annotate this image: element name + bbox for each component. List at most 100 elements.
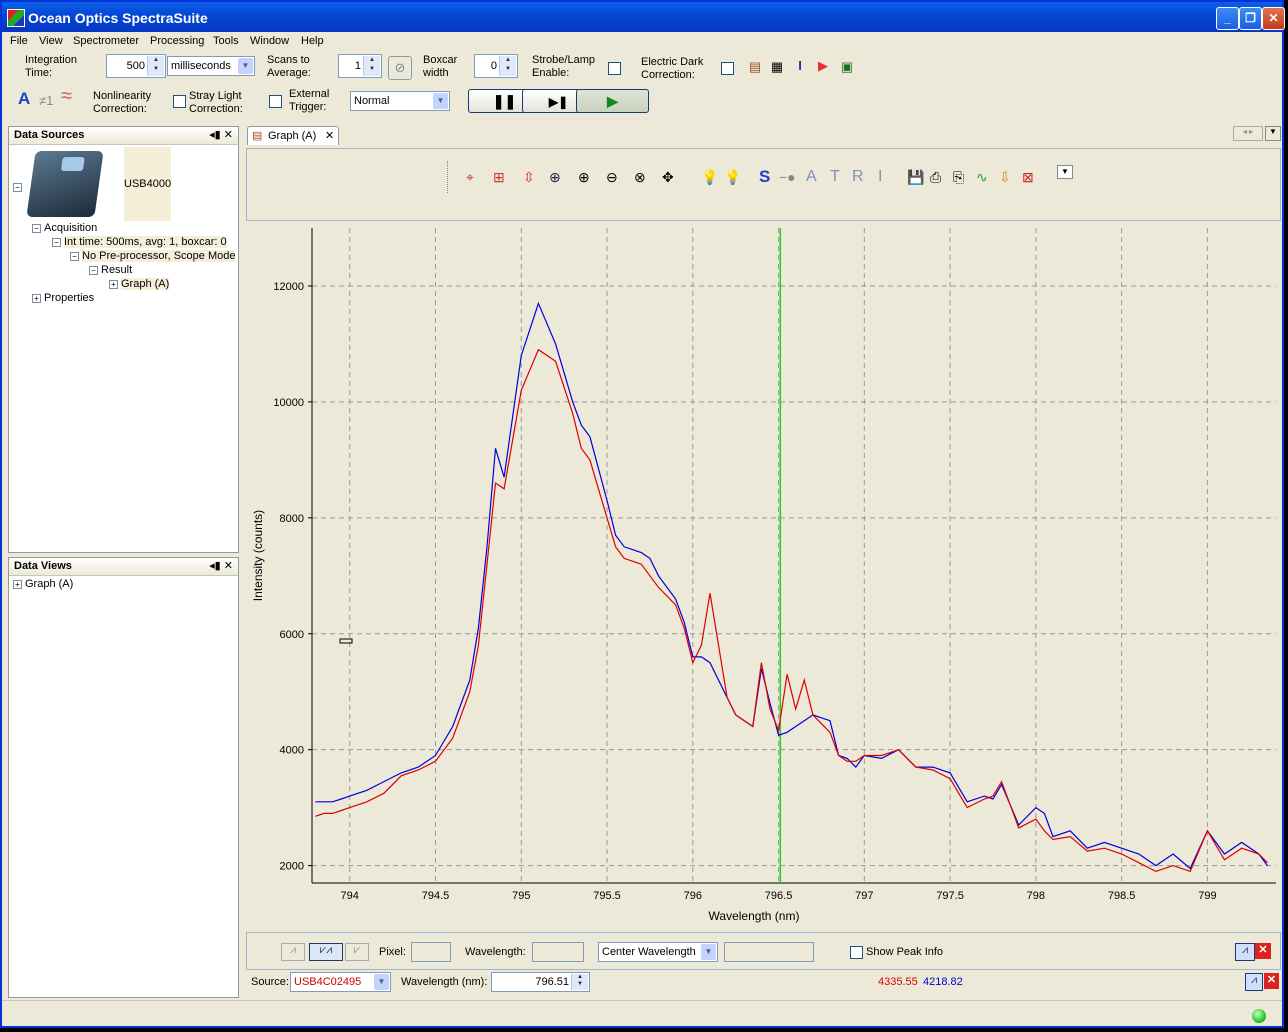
menu-help[interactable]: Help [301, 35, 324, 47]
stray-light-checkbox[interactable] [269, 95, 282, 108]
transmission-mode-icon[interactable]: T [830, 169, 840, 185]
play-button[interactable]: ▶ [576, 89, 649, 113]
delete-overlay-icon[interactable]: ⊠ [1022, 169, 1034, 185]
x-tick-label: 799 [1198, 890, 1216, 902]
copy-icon[interactable]: ⎘ [953, 169, 964, 185]
close-tab-icon[interactable]: ✕ [325, 129, 334, 142]
close-cursor-icon[interactable]: ✕ [1264, 973, 1279, 989]
spectrum-chart-svg[interactable]: 794 794.5 795 795.5 796 796.5 797 797.5 798 798.5… [246, 222, 1281, 930]
tree-view-graph[interactable]: + Graph (A) [13, 578, 73, 590]
trigger-mode-select[interactable]: Normal ▼ [350, 91, 450, 111]
a-icon[interactable]: A [18, 90, 30, 107]
scope-mode-icon[interactable]: S [759, 168, 770, 185]
minimize-button[interactable]: _ [1216, 7, 1239, 30]
x-tick-label: 795 [512, 890, 530, 902]
menu-spectrometer[interactable]: Spectrometer [73, 35, 139, 47]
image-view-icon[interactable]: ▣ [838, 58, 856, 76]
source-select[interactable]: USB4C02495 ▼ [290, 972, 391, 992]
menu-window[interactable]: Window [250, 35, 289, 47]
graph-view-icon[interactable]: ▤ [746, 58, 764, 76]
panel-controls[interactable]: ◂▮ ✕ [209, 559, 233, 572]
stop-average-icon[interactable]: ⊘ [388, 56, 412, 80]
lamp-off-icon[interactable]: 💡 [701, 169, 718, 185]
peak-mode-icon[interactable]: ⩘ [1235, 943, 1255, 961]
show-peak-checkbox[interactable] [850, 946, 863, 959]
restore-button[interactable]: ❐ [1239, 7, 1262, 30]
menu-tools[interactable]: Tools [213, 35, 239, 47]
tree-result[interactable]: − Result [89, 264, 132, 276]
not-equal-icon[interactable]: ≠1 [39, 94, 53, 107]
zoom-out-icon[interactable]: ⊖ [606, 169, 618, 185]
red-spectrum-line [315, 348, 1268, 873]
close-peak-icon[interactable]: ✕ [1255, 943, 1271, 959]
pan-icon[interactable]: ✥ [662, 169, 674, 185]
play-icon: ▶ [607, 93, 618, 109]
wave-icon[interactable]: ≈ [61, 86, 72, 106]
irradiance-mode-icon[interactable]: I [878, 169, 882, 185]
color-view-icon[interactable]: ▶ [814, 57, 832, 75]
import-icon[interactable]: ⇩ [999, 169, 1011, 185]
spinner-arrows-icon[interactable]: ▲ ▼ [499, 56, 516, 76]
integration-time-input[interactable]: 500 ▲ ▼ [106, 54, 166, 78]
graph-toolbar-menu-icon[interactable]: ▼ [1057, 165, 1073, 179]
close-button[interactable]: ✕ [1262, 7, 1285, 30]
tab-graph-a[interactable]: ▤ Graph (A) ✕ [247, 126, 339, 145]
x-tick-label: 797 [855, 890, 873, 902]
menu-view[interactable]: View [39, 35, 63, 47]
dark-correction-checkbox[interactable] [721, 62, 734, 75]
zoom-fit-icon[interactable]: ⊕ [549, 169, 561, 185]
menu-file[interactable]: File [10, 35, 28, 47]
crosshair-icon[interactable]: ⌖ [466, 169, 474, 185]
data-views-header: Data Views ◂▮ ✕ [9, 558, 238, 576]
device-label-box: USB4000 [124, 147, 171, 221]
y-axis-title: Intensity (counts) [251, 510, 265, 601]
table-view-icon[interactable]: ▦ [768, 58, 786, 76]
zoom-reset-icon[interactable]: ⊗ [634, 169, 646, 185]
wavelength-field [532, 942, 584, 962]
peak-right-icon[interactable]: ⩗ [345, 943, 369, 961]
red-series-value: 4335.55 [878, 976, 918, 988]
menu-processing[interactable]: Processing [150, 35, 204, 47]
source-label: Source: [251, 976, 289, 988]
spectrum-chart[interactable]: 794 794.5 795 795.5 796 796.5 797 797.5 798 798.5… [246, 222, 1281, 930]
overlay-icon[interactable]: ∿ [976, 169, 988, 185]
panel-controls[interactable]: ◂▮ ✕ [209, 128, 233, 141]
tree-toggle-icon[interactable]: − [13, 181, 25, 193]
peak-toolbar: ⩘ ⩗⩘ ⩗ Pixel: Wavelength: Center Wavelen… [246, 932, 1281, 970]
peak-left-icon[interactable]: ⩘ [281, 943, 305, 961]
lamp-on-icon[interactable]: 💡 [724, 169, 741, 185]
wavelength-nm-input[interactable]: 796.51 ▲ ▼ [491, 972, 590, 992]
scans-input[interactable]: 1 ▲ ▼ [338, 54, 382, 78]
nonlinearity-checkbox[interactable] [173, 95, 186, 108]
tree-int-time[interactable]: − Int time: 500ms, avg: 1, boxcar: 0 [52, 236, 227, 248]
dark-mode-icon[interactable]: −● [779, 169, 796, 185]
text-view-icon[interactable]: I [791, 57, 809, 75]
center-wavelength-field [724, 942, 814, 962]
spinner-arrows-icon[interactable]: ▲ ▼ [363, 56, 380, 76]
print-icon[interactable]: ⎙ [930, 169, 941, 185]
zoom-in-icon[interactable]: ⊕ [578, 169, 590, 185]
strobe-checkbox[interactable] [608, 62, 621, 75]
tree-properties[interactable]: + Properties [32, 292, 94, 304]
spinner-arrows-icon[interactable]: ▲ ▼ [147, 56, 164, 76]
title-bar: Ocean Optics SpectraSuite _ ❐ ✕ [2, 2, 1285, 32]
peak-center-icon[interactable]: ⩗⩘ [309, 943, 343, 961]
tree-acquisition[interactable]: − Acquisition [32, 222, 97, 234]
integration-unit-select[interactable]: milliseconds ▼ [167, 56, 255, 76]
reflection-mode-icon[interactable]: R [852, 169, 864, 185]
cursor-mode-icon[interactable]: ⩘ [1245, 973, 1263, 991]
absorbance-mode-icon[interactable]: A [806, 169, 817, 185]
device-name[interactable]: USB4000 [124, 178, 171, 190]
boxcar-input[interactable]: 0 ▲ ▼ [474, 54, 518, 78]
zoom-box-icon[interactable]: ⊞ [493, 169, 505, 185]
tab-scroll-icon[interactable]: ◂ ▸ [1233, 126, 1263, 141]
center-wavelength-select[interactable]: Center Wavelength ▼ [598, 942, 718, 962]
zoom-vertical-icon[interactable]: ⇳ [523, 169, 535, 185]
tree-graph[interactable]: + Graph (A) [109, 278, 170, 290]
save-icon[interactable]: 💾 [907, 169, 924, 185]
integration-time-label: Integration Time: [25, 54, 77, 79]
tab-menu-icon[interactable]: ▼ [1265, 126, 1281, 141]
spinner-arrows-icon[interactable]: ▲ ▼ [571, 974, 588, 990]
blue-spectrum-line [315, 301, 1268, 870]
tree-preprocessor[interactable]: − No Pre-processor, Scope Mode [70, 250, 236, 262]
